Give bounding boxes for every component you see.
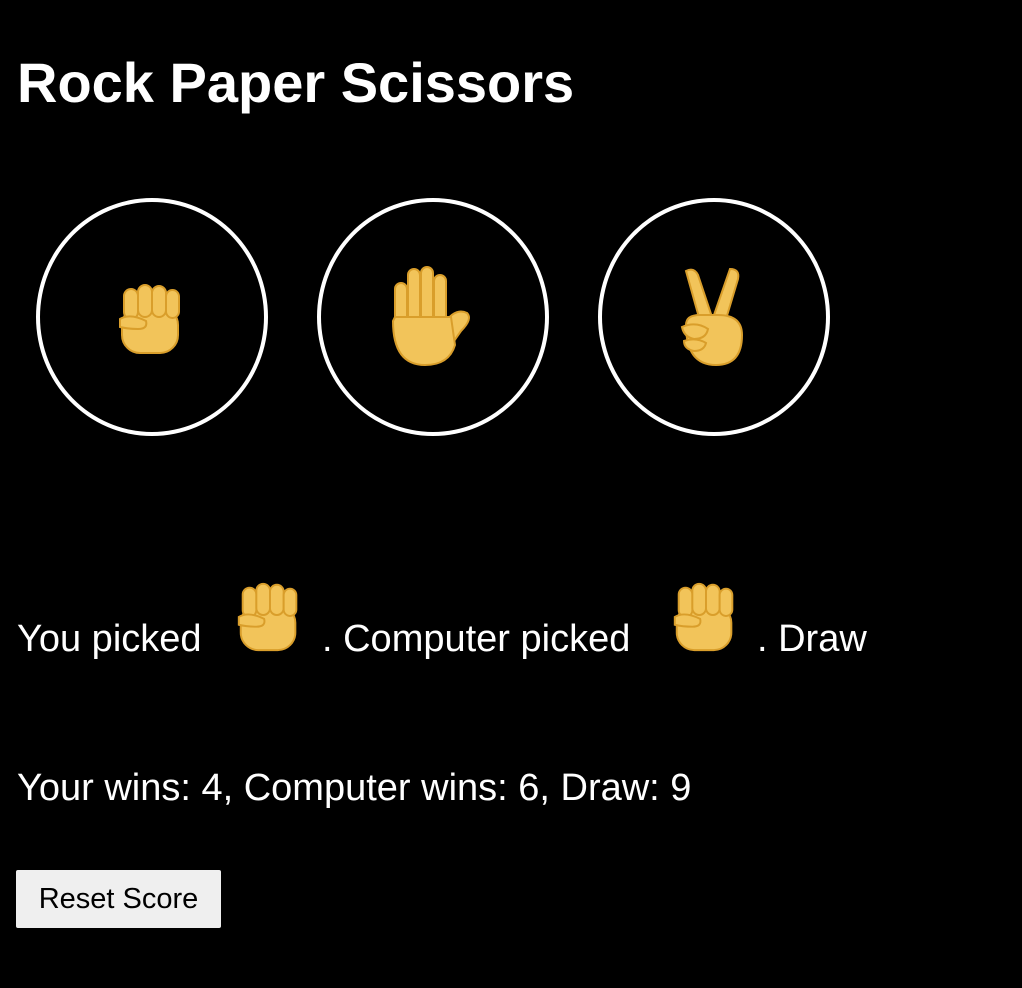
raised-fist-icon (119, 284, 180, 354)
scissors-button[interactable] (598, 198, 830, 436)
score-text: Your wins: 4, Computer wins: 6, Draw: 9 (17, 767, 692, 809)
raised-fist-icon (673, 582, 734, 652)
game-page: Rock Paper Scissors You picked . Compute… (0, 0, 1022, 988)
you-picked-label: You picked (17, 618, 202, 660)
outcome-label: . Draw (757, 618, 867, 660)
paper-button[interactable] (317, 198, 549, 436)
victory-hand-icon (680, 267, 744, 367)
reset-score-button[interactable]: Reset Score (16, 870, 221, 928)
page-title: Rock Paper Scissors (17, 51, 575, 114)
computer-picked-label: . Computer picked (322, 618, 631, 660)
raised-hand-icon (391, 266, 470, 367)
rock-button[interactable] (36, 198, 268, 436)
raised-fist-icon (237, 582, 298, 652)
